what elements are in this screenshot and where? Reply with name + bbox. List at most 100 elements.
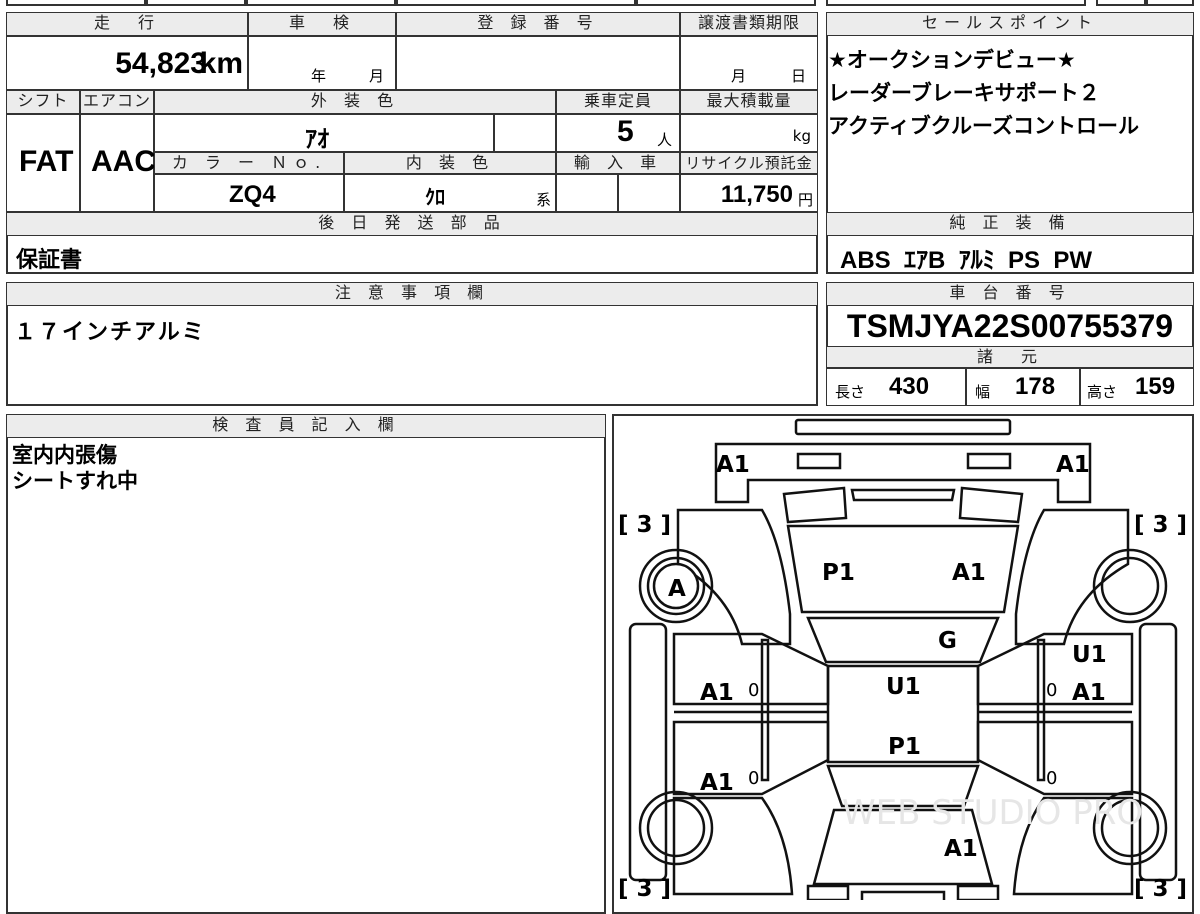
- quarter-rear-left: [672, 796, 794, 896]
- inspector-note-line: シートすれ中: [12, 469, 138, 493]
- label-left-front-door: A1: [700, 680, 734, 706]
- transfer-day-label: 日: [791, 67, 807, 85]
- grille-left: [782, 486, 848, 524]
- shaken-year-label: 年: [311, 67, 327, 85]
- front-light-left: [796, 452, 842, 470]
- notes-value: １７インチアルミ: [14, 320, 206, 345]
- label-hood-right: A1: [952, 560, 986, 586]
- spec-length-value: 430: [889, 373, 930, 400]
- inspector-notes: 室内内張傷 シートすれ中: [12, 442, 138, 494]
- tire-bracket-rl: [ 3 ]: [618, 876, 671, 900]
- mileage-cell: 54,823 km: [6, 36, 248, 90]
- rear-bumper-center: [860, 890, 946, 900]
- shaken-header: 車 検: [248, 12, 396, 36]
- tire-bracket-fl: [ 3 ]: [618, 512, 671, 538]
- tire-front-right: [1092, 548, 1168, 624]
- import-cell-1: [556, 174, 618, 212]
- exterior-color-extra-cell: [494, 114, 556, 152]
- interior-color-cell: ｸﾛ 系: [344, 174, 556, 212]
- label-windshield: G: [938, 628, 957, 654]
- label-right-front-upper: U1: [1072, 642, 1107, 668]
- recycle-header: リサイクル預託金: [680, 152, 818, 174]
- windshield: [806, 616, 1000, 664]
- shaken-month-label: 月: [369, 67, 385, 85]
- transfer-deadline-header: 譲渡書類期限: [680, 12, 818, 36]
- spec-height-value: 159: [1135, 373, 1176, 400]
- exterior-color-header: 外 装 色: [154, 90, 556, 114]
- sales-point-line: アクティブクルーズコントロール: [828, 114, 1140, 138]
- label-spare: A: [668, 576, 686, 602]
- mileage-unit: km: [199, 47, 243, 80]
- max-load-cell: kg: [680, 114, 818, 152]
- max-load-header: 最大積載量: [680, 90, 818, 114]
- color-no-value: ZQ4: [229, 181, 276, 208]
- later-parts-value: 保証書: [16, 248, 83, 273]
- import-cell-2: [618, 174, 680, 212]
- specs-header: 諸 元: [826, 346, 1194, 368]
- front-light-right: [966, 452, 1012, 470]
- sales-point-line: レーダーブレーキサポート２: [828, 81, 1100, 105]
- interior-color-header: 内 装 色: [344, 152, 556, 174]
- shaken-cell: 年 月: [248, 36, 396, 90]
- sales-point-line: ★オークションデビュー★: [828, 48, 1076, 72]
- registration-cell: [396, 36, 680, 90]
- sales-points-header: セールスポイント: [826, 12, 1194, 36]
- top-strip-7: [1096, 0, 1146, 6]
- front-bumper-bar: [794, 418, 1012, 436]
- max-load-unit: kg: [792, 127, 811, 145]
- rear-bumper-right: [956, 884, 1000, 900]
- top-strip-8: [1146, 0, 1194, 6]
- side-skirt-left: [628, 622, 668, 882]
- label-hood-left: P1: [822, 560, 855, 586]
- exterior-color-value: ｱｵ: [305, 125, 329, 153]
- spec-length-cell: 長さ 430: [826, 368, 966, 406]
- top-strip-6: [826, 0, 1086, 6]
- spec-height-label: 高さ: [1087, 383, 1118, 401]
- side-skirt-right: [1138, 622, 1178, 882]
- spec-width-label: 幅: [975, 383, 991, 401]
- mileage-header: 走 行: [6, 12, 248, 36]
- later-parts-header: 後 日 発 送 部 品: [6, 212, 818, 236]
- equipment-value: ABS ｴｱB ｱﾙﾐ PS PW: [840, 247, 1093, 274]
- spec-width-cell: 幅 178: [966, 368, 1080, 406]
- equipment-header: 純 正 装 備: [826, 212, 1194, 236]
- label-roof-upper: U1: [886, 674, 921, 700]
- label-roof-lower: P1: [888, 734, 921, 760]
- color-no-header: カ ラ ー Ｎｏ.: [154, 152, 344, 174]
- shift-header: シフト: [6, 90, 80, 114]
- exterior-color-cell: ｱｵ: [154, 114, 494, 153]
- car-damage-diagram: WEB STUDIO PRO A1 A1 [ 3 ] [ 3 ] A P1 A1…: [618, 418, 1187, 900]
- top-strip-3: [246, 0, 396, 6]
- sales-points-list: ★オークションデビュー★ レーダーブレーキサポート２ アクティブクルーズコントロ…: [828, 44, 1139, 143]
- watermark: WEB STUDIO PRO: [842, 793, 1143, 833]
- tire-bracket-rr: [ 3 ]: [1134, 876, 1187, 900]
- interior-color-value: ｸﾛ: [425, 185, 445, 209]
- label-zero-rr: 0: [1046, 768, 1057, 789]
- import-header: 輸 入 車: [556, 152, 680, 174]
- label-zero-lr: 0: [748, 768, 759, 789]
- aircon-header: エアコン: [80, 90, 154, 114]
- label-right-front-door: A1: [1072, 680, 1106, 706]
- tire-bracket-fr: [ 3 ]: [1134, 512, 1187, 538]
- recycle-unit: 円: [797, 191, 813, 209]
- shift-value: FAT: [19, 145, 74, 178]
- registration-header: 登 録 番 号: [396, 12, 680, 36]
- capacity-cell: 5 人: [556, 114, 680, 152]
- mileage-value: 54,823: [115, 47, 207, 80]
- pillar-right: [1036, 638, 1046, 782]
- recycle-cell: 11,750 円: [680, 174, 818, 212]
- grille-center: [850, 488, 956, 502]
- label-zero-rf: 0: [1046, 680, 1057, 701]
- top-strip-1: [6, 0, 146, 6]
- pillar-left: [760, 638, 770, 782]
- capacity-value: 5: [617, 115, 634, 148]
- chassis-header: 車 台 番 号: [826, 282, 1194, 306]
- tire-front-right-inner: [1100, 556, 1160, 616]
- fender-front-right: [1014, 508, 1130, 646]
- interior-color-suffix: 系: [535, 191, 551, 209]
- label-left-rear-door: A1: [700, 770, 734, 796]
- aircon-value: AAC: [91, 145, 156, 178]
- inspector-note-line: 室内内張傷: [12, 443, 117, 467]
- top-strip-2: [146, 0, 246, 6]
- spec-height-cell: 高さ 159: [1080, 368, 1194, 406]
